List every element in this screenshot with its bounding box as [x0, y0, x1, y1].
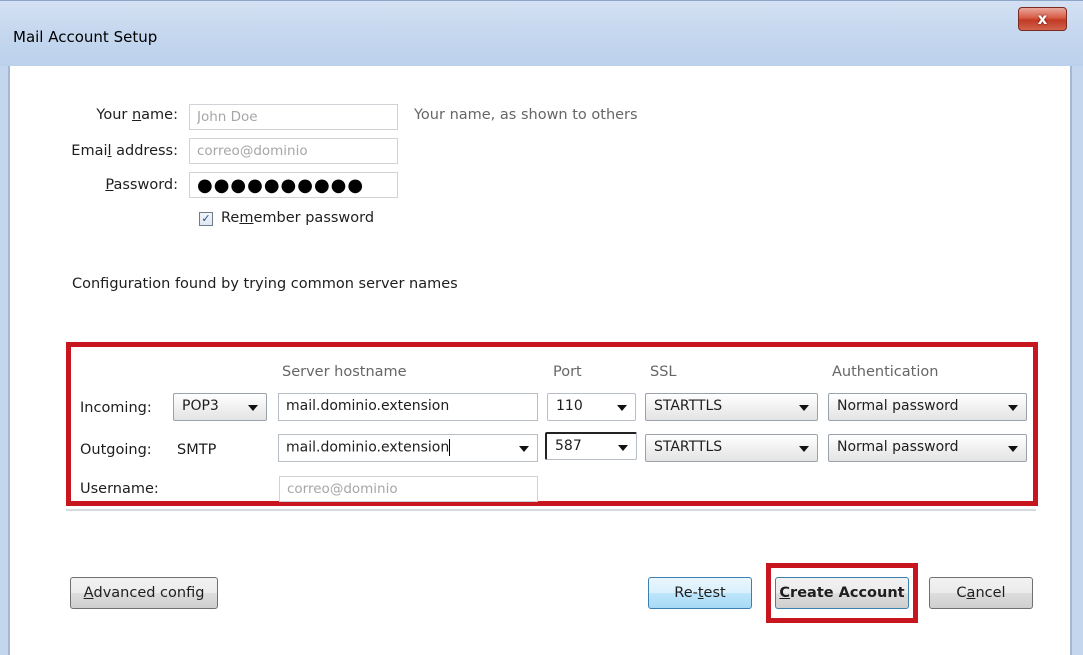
incoming-hostname-value: mail.dominio.extension — [286, 398, 450, 414]
incoming-auth-select[interactable]: Normal password — [828, 393, 1027, 421]
ssl-column-header: SSL — [650, 364, 677, 380]
hostname-column-header: Server hostname — [282, 364, 407, 380]
name-hint: Your name, as shown to others — [414, 107, 638, 123]
chevron-down-icon — [1008, 446, 1018, 452]
outgoing-port-combo[interactable]: 587 — [545, 432, 637, 460]
incoming-auth-value: Normal password — [837, 398, 959, 414]
outgoing-port-value: 587 — [555, 438, 582, 454]
incoming-hostname-input[interactable]: mail.dominio.extension — [278, 393, 538, 421]
chevron-down-icon — [519, 446, 529, 452]
remember-password-checkbox[interactable]: ✓ — [199, 212, 213, 226]
create-account-button[interactable]: Create Account — [775, 577, 909, 609]
name-input[interactable] — [189, 104, 398, 130]
chevron-down-icon — [618, 445, 628, 451]
window-frame-right — [1072, 66, 1083, 655]
outgoing-label: Outgoing: — [80, 442, 152, 458]
incoming-port-value: 110 — [556, 398, 583, 414]
retest-button[interactable]: Re-t est — [648, 577, 752, 609]
chevron-down-icon — [799, 446, 809, 452]
incoming-ssl-select[interactable]: STARTTLS — [645, 393, 818, 421]
chevron-down-icon — [799, 405, 809, 411]
port-column-header: Port — [553, 364, 582, 380]
incoming-ssl-value: STARTTLS — [654, 398, 723, 414]
username-label: Username: — [80, 481, 159, 497]
title-bar[interactable]: Mail Account Setup x — [0, 0, 1083, 66]
close-icon: x — [1037, 10, 1048, 28]
chevron-down-icon — [248, 405, 258, 411]
outgoing-hostname-value: mail.dominio.extension — [286, 439, 450, 456]
email-label: Email address: — [71, 143, 178, 159]
outgoing-ssl-select[interactable]: STARTTLS — [645, 434, 818, 462]
password-label: Password: — [105, 177, 178, 193]
outgoing-auth-value: Normal password — [837, 439, 959, 455]
username-input[interactable] — [279, 476, 538, 502]
chevron-down-icon — [617, 405, 627, 411]
email-input[interactable] — [189, 138, 398, 164]
window-title: Mail Account Setup — [13, 28, 158, 46]
auth-column-header: Authentication — [832, 364, 939, 380]
cancel-button[interactable]: Ca ncel — [929, 577, 1033, 609]
advanced-config-button[interactable]: Advanced config — [70, 577, 218, 609]
remember-password-label: Remember password — [221, 210, 375, 226]
incoming-protocol-value: POP3 — [182, 398, 219, 414]
password-input[interactable] — [189, 172, 398, 198]
incoming-port-combo[interactable]: 110 — [547, 393, 636, 421]
incoming-label: Incoming: — [80, 400, 152, 416]
outgoing-ssl-value: STARTTLS — [654, 439, 723, 455]
group-divider — [66, 509, 1036, 511]
text-cursor — [449, 439, 451, 456]
window-frame-right-edge — [1070, 66, 1072, 655]
name-label: Your name: — [96, 107, 178, 123]
chevron-down-icon — [1008, 405, 1018, 411]
outgoing-auth-select[interactable]: Normal password — [828, 434, 1027, 462]
window-frame-left — [0, 66, 8, 655]
status-message: Configuration found by trying common ser… — [72, 276, 458, 292]
close-button[interactable]: x — [1018, 7, 1067, 31]
outgoing-protocol: SMTP — [177, 442, 217, 458]
outgoing-hostname-combo[interactable]: mail.dominio.extension — [278, 434, 538, 462]
incoming-protocol-select[interactable]: POP3 — [173, 393, 267, 421]
